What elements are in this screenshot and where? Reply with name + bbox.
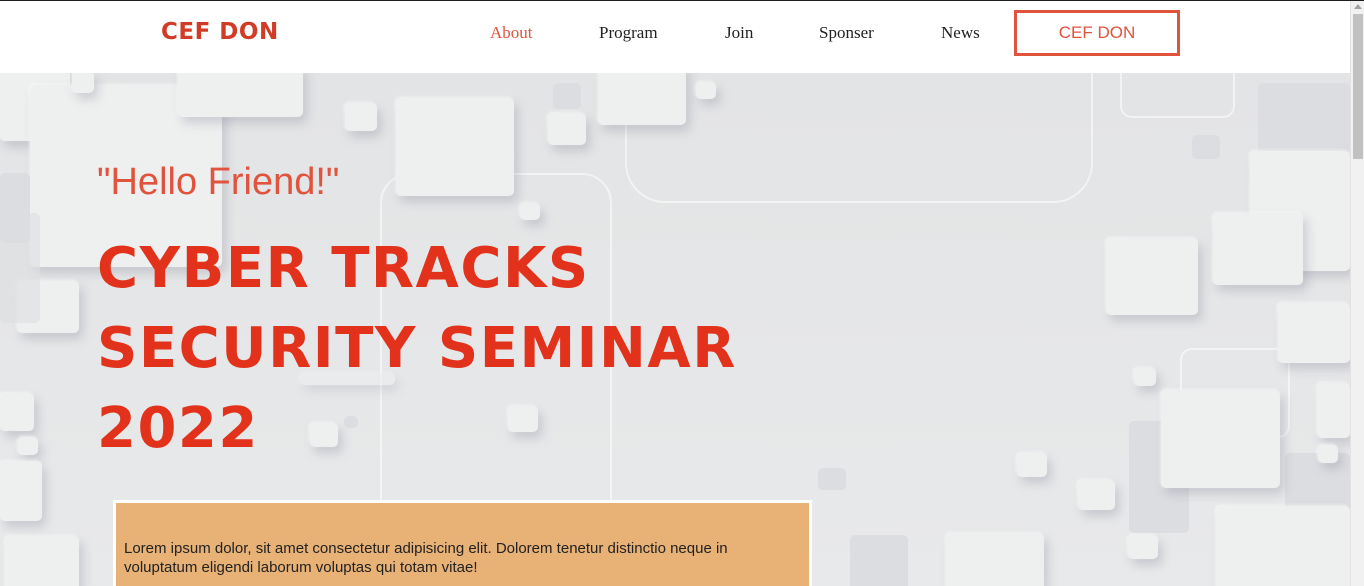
hero-title-line-1: CYBER TRACKS — [97, 236, 590, 301]
nav-sponser[interactable]: Sponser — [819, 23, 874, 43]
scrollbar-thumb[interactable] — [1353, 14, 1363, 159]
hero-title-line-3: 2022 — [97, 396, 259, 461]
nav-news[interactable]: News — [941, 23, 980, 43]
hero-section: "Hello Friend!" CYBER TRACKS SECURITY SE… — [0, 73, 1350, 586]
site-logo[interactable]: CEF DON — [161, 19, 279, 45]
hero-greeting: "Hello Friend!" — [97, 161, 340, 203]
cef-don-button[interactable]: CEF DON — [1014, 10, 1180, 56]
nav-program[interactable]: Program — [599, 23, 658, 43]
scroll-up-arrow-icon[interactable] — [1354, 4, 1362, 9]
intro-card: Lorem ipsum dolor, sit amet consectetur … — [113, 500, 812, 586]
nav-join[interactable]: Join — [725, 23, 753, 43]
intro-card-text: Lorem ipsum dolor, sit amet consectetur … — [124, 540, 728, 576]
hero-title-line-2: SECURITY SEMINAR — [97, 316, 737, 381]
page-scrollbar[interactable] — [1350, 1, 1364, 586]
site-header: CEF DON About Program Join Sponser News … — [0, 1, 1350, 73]
nav-about[interactable]: About — [490, 23, 533, 43]
